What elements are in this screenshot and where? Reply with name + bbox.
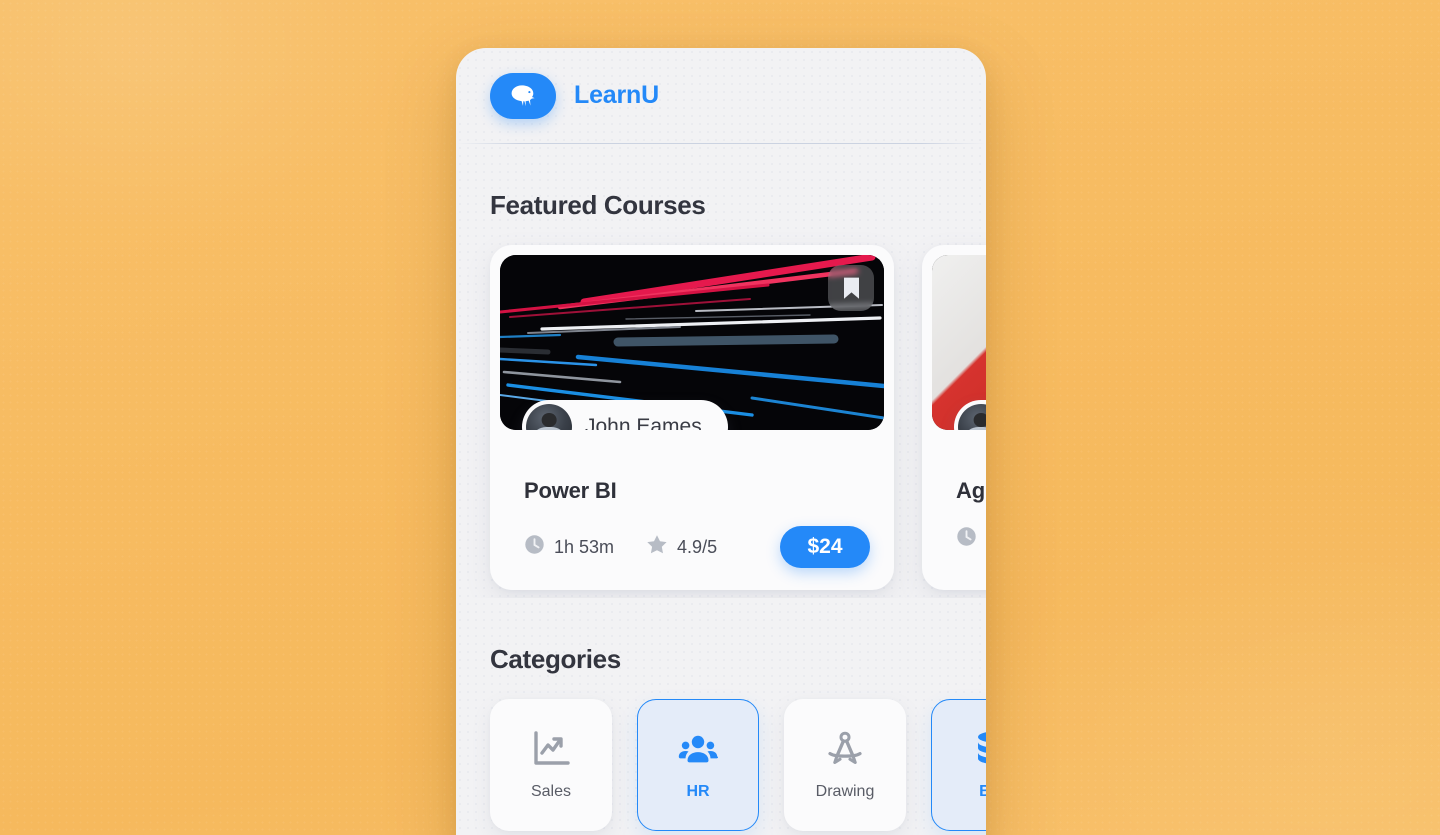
- category-card-hr[interactable]: HR: [637, 699, 759, 831]
- course-title: Power BI: [524, 478, 617, 503]
- course-rating-label: 4.9/5: [677, 536, 718, 557]
- drafting-compass-icon: [825, 729, 865, 769]
- featured-courses-heading: Featured Courses: [490, 190, 706, 220]
- course-meta-row: [956, 526, 986, 552]
- database-icon: [972, 729, 986, 769]
- category-label: Big: [979, 783, 986, 800]
- category-card-big-data[interactable]: Big: [931, 699, 986, 831]
- people-group-icon: [678, 729, 719, 769]
- brand-name: LearnU: [574, 81, 659, 109]
- category-card-drawing[interactable]: Drawing: [784, 699, 906, 831]
- course-title: Agile: [956, 478, 986, 503]
- clock-icon: [956, 526, 977, 552]
- avatar: [958, 404, 986, 430]
- category-label: Sales: [530, 783, 572, 800]
- learnu-bird-logo-icon[interactable]: [490, 72, 556, 119]
- featured-courses-carousel[interactable]: John Eames Power BI 1h 53m 4.9/5 $24 Ag: [456, 221, 986, 598]
- category-label: Drawing: [815, 783, 875, 800]
- course-duration: 1h 53m: [524, 534, 614, 560]
- course-thumbnail: [932, 255, 986, 430]
- course-meta-row: 1h 53m 4.9/5 $24: [524, 526, 884, 568]
- course-duration: [956, 526, 986, 552]
- category-card-sales[interactable]: Sales: [490, 699, 612, 831]
- instructor-name: John Eames: [585, 415, 702, 430]
- avatar: [526, 404, 572, 430]
- course-price-button[interactable]: $24: [780, 526, 870, 568]
- course-card[interactable]: John Eames Power BI 1h 53m 4.9/5 $24: [490, 245, 894, 590]
- app-header: LearnU: [456, 48, 986, 143]
- clock-icon: [524, 534, 545, 560]
- header-divider: [457, 143, 985, 144]
- line-chart-arrow-icon: [531, 729, 571, 769]
- course-thumbnail: John Eames: [500, 255, 884, 430]
- course-card[interactable]: Agile: [922, 245, 986, 590]
- course-rating: 4.9/5: [646, 534, 717, 560]
- phone-frame: LearnU Featured Courses John Eames Power…: [456, 48, 986, 835]
- categories-row[interactable]: Sales HR Drawing B: [456, 675, 986, 835]
- instructor-chip[interactable]: John Eames: [522, 400, 728, 430]
- bookmark-icon[interactable]: [828, 265, 874, 311]
- star-icon: [646, 534, 668, 560]
- course-duration-label: 1h 53m: [554, 536, 615, 557]
- categories-heading: Categories: [490, 644, 621, 674]
- category-label: HR: [686, 783, 710, 800]
